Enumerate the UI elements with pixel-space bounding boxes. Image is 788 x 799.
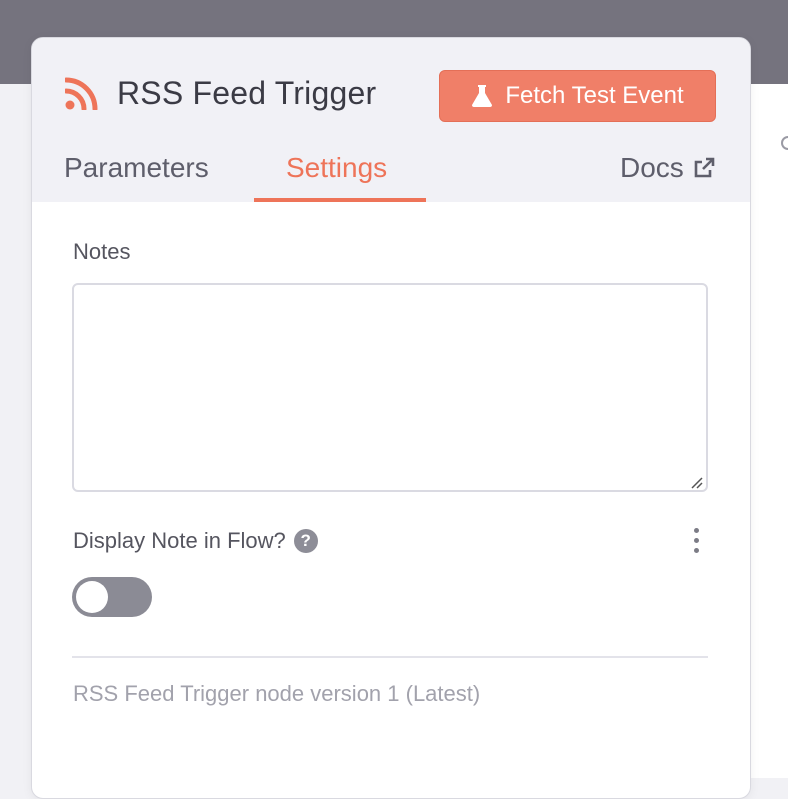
node-settings-panel: RSS Feed Trigger Fetch Test Event Parame…	[31, 37, 751, 799]
external-link-icon	[694, 157, 715, 178]
more-options-icon[interactable]	[689, 528, 703, 554]
display-note-toggle[interactable]	[72, 577, 152, 617]
notes-textarea[interactable]	[72, 283, 708, 492]
display-note-label: Display Note in Flow?	[73, 528, 286, 553]
active-tab-indicator	[254, 198, 426, 202]
canvas-background	[749, 84, 788, 778]
resize-handle-icon[interactable]	[689, 475, 703, 489]
tab-docs[interactable]: Docs	[620, 152, 716, 184]
panel-header: RSS Feed Trigger Fetch Test Event Parame…	[32, 38, 750, 202]
tab-docs-label: Docs	[620, 152, 684, 183]
fetch-test-event-button[interactable]: Fetch Test Event	[439, 70, 716, 122]
toggle-knob	[76, 581, 108, 613]
help-icon[interactable]: ?	[293, 529, 318, 553]
flask-icon	[472, 85, 493, 107]
divider	[72, 656, 708, 658]
fetch-button-label: Fetch Test Event	[505, 82, 684, 109]
tab-settings[interactable]: Settings	[286, 152, 387, 184]
notes-label: Notes	[73, 239, 131, 264]
display-note-field: Display Note in Flow? ?	[73, 528, 318, 554]
canvas-control-icon	[781, 136, 788, 150]
node-title: RSS Feed Trigger	[117, 75, 377, 111]
tab-parameters[interactable]: Parameters	[64, 152, 209, 184]
node-version-text: RSS Feed Trigger node version 1 (Latest)	[73, 681, 481, 706]
rss-icon	[65, 77, 98, 110]
